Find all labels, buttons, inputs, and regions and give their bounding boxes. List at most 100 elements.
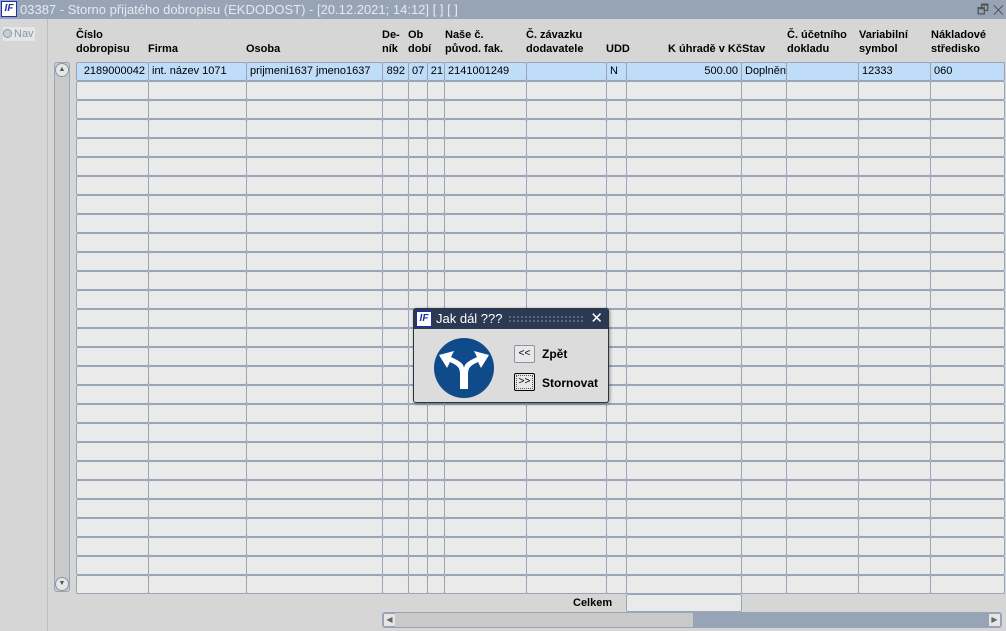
grid-cell[interactable] — [427, 499, 445, 518]
grid-cell[interactable] — [930, 119, 1005, 138]
grid-cell[interactable] — [930, 176, 1005, 195]
grid-cell[interactable] — [626, 366, 742, 385]
grid-cell[interactable] — [246, 480, 383, 499]
grid-cell[interactable] — [148, 347, 247, 366]
grid-cell[interactable] — [741, 556, 787, 575]
grid-cell[interactable] — [148, 138, 247, 157]
grid-cell[interactable] — [408, 195, 428, 214]
grid-cell[interactable] — [427, 404, 445, 423]
grid-cell[interactable] — [741, 575, 787, 594]
grid-cell[interactable] — [408, 499, 428, 518]
grid-cell[interactable] — [246, 138, 383, 157]
grid-cell[interactable] — [626, 537, 742, 556]
grid-cell[interactable] — [76, 290, 149, 309]
grid-cell[interactable] — [858, 119, 931, 138]
grid-cell[interactable] — [76, 347, 149, 366]
grid-cell[interactable] — [427, 537, 445, 556]
grid-cell[interactable] — [382, 138, 409, 157]
grid-cell[interactable] — [526, 138, 607, 157]
grid-cell[interactable] — [148, 195, 247, 214]
grid-cell[interactable] — [382, 347, 409, 366]
grid-cell[interactable] — [741, 271, 787, 290]
column-header[interactable]: Číslo dobropisu — [76, 28, 130, 56]
column-header[interactable]: Osoba — [246, 42, 280, 56]
grid-cell[interactable] — [76, 442, 149, 461]
grid-cell[interactable] — [626, 575, 742, 594]
grid-cell[interactable] — [626, 518, 742, 537]
grid-cell[interactable] — [246, 328, 383, 347]
grid-cell[interactable] — [382, 81, 409, 100]
grid-cell[interactable] — [626, 214, 742, 233]
grid-cell[interactable] — [76, 404, 149, 423]
grid-cell[interactable] — [382, 423, 409, 442]
grid-cell[interactable]: 12333 — [858, 62, 931, 81]
grid-cell[interactable] — [76, 366, 149, 385]
grid-cell[interactable] — [626, 195, 742, 214]
grid-cell[interactable] — [444, 233, 527, 252]
grid-cell[interactable] — [741, 461, 787, 480]
grid-cell[interactable] — [444, 252, 527, 271]
grid-cell[interactable] — [930, 480, 1005, 499]
grid-cell[interactable] — [427, 81, 445, 100]
grid-cell[interactable] — [858, 537, 931, 556]
grid-cell[interactable] — [408, 214, 428, 233]
grid-cell[interactable] — [858, 556, 931, 575]
grid-cell[interactable] — [858, 252, 931, 271]
scroll-up-icon[interactable]: ▲ — [55, 63, 69, 77]
grid-cell[interactable] — [606, 138, 627, 157]
grid-cell[interactable] — [741, 480, 787, 499]
grid-cell[interactable] — [786, 404, 859, 423]
grid-cell[interactable] — [930, 518, 1005, 537]
grid-cell[interactable] — [427, 157, 445, 176]
grid-cell[interactable]: 2189000042 — [76, 62, 149, 81]
grid-cell[interactable] — [626, 271, 742, 290]
grid-cell[interactable] — [76, 119, 149, 138]
grid-cell[interactable] — [427, 233, 445, 252]
grid-cell[interactable] — [786, 252, 859, 271]
grid-cell[interactable] — [786, 328, 859, 347]
grid-cell[interactable] — [526, 404, 607, 423]
grid-cell[interactable] — [786, 195, 859, 214]
column-header[interactable]: Naše č. původ. fak. — [445, 28, 503, 56]
grid-cell[interactable] — [382, 214, 409, 233]
grid-cell[interactable] — [930, 252, 1005, 271]
grid-cell[interactable] — [741, 404, 787, 423]
grid-cell[interactable] — [148, 366, 247, 385]
grid-cell[interactable] — [930, 575, 1005, 594]
grid-cell[interactable] — [246, 176, 383, 195]
grid-cell[interactable] — [786, 556, 859, 575]
grid-cell[interactable] — [76, 176, 149, 195]
column-header[interactable]: Variabilní symbol — [859, 28, 908, 56]
grid-cell[interactable] — [427, 442, 445, 461]
grid-cell[interactable] — [444, 195, 527, 214]
grid-cell[interactable] — [626, 309, 742, 328]
grid-cell[interactable] — [786, 347, 859, 366]
nav-radio[interactable]: Nav — [3, 27, 35, 41]
grid-cell[interactable] — [148, 385, 247, 404]
grid-cell[interactable] — [606, 499, 627, 518]
grid-cell[interactable] — [148, 252, 247, 271]
grid-cell[interactable] — [786, 461, 859, 480]
grid-cell[interactable] — [526, 271, 607, 290]
grid-cell[interactable] — [741, 518, 787, 537]
grid-cell[interactable] — [444, 119, 527, 138]
grid-cell[interactable] — [382, 366, 409, 385]
grid-cell[interactable] — [526, 119, 607, 138]
scroll-thumb[interactable] — [395, 613, 693, 627]
grid-cell[interactable] — [626, 252, 742, 271]
grid-cell[interactable] — [526, 518, 607, 537]
column-header[interactable]: Firma — [148, 42, 178, 56]
grid-cell[interactable] — [382, 461, 409, 480]
grid-cell[interactable] — [626, 328, 742, 347]
grid-cell[interactable] — [444, 290, 527, 309]
grid-cell[interactable] — [382, 290, 409, 309]
grid-cell[interactable] — [606, 252, 627, 271]
grid-cell[interactable] — [526, 537, 607, 556]
grid-cell[interactable] — [606, 214, 627, 233]
grid-cell[interactable] — [858, 290, 931, 309]
grid-cell[interactable] — [786, 480, 859, 499]
grid-cell[interactable] — [606, 366, 627, 385]
grid-cell[interactable] — [246, 404, 383, 423]
grid-cell[interactable] — [786, 176, 859, 195]
grid-cell[interactable] — [606, 537, 627, 556]
